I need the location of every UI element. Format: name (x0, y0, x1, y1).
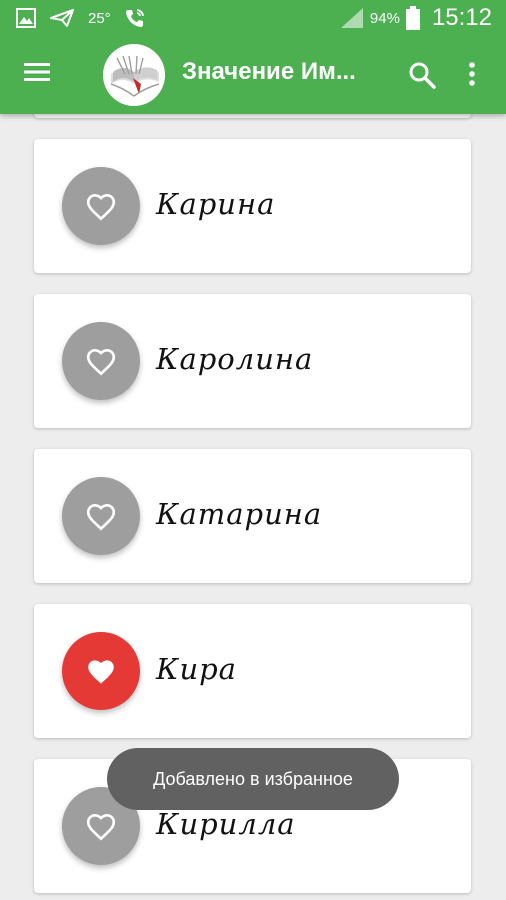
menu-icon (24, 63, 50, 81)
heart-outline-icon (86, 348, 116, 376)
list-item[interactable]: Карина (34, 139, 471, 273)
temperature-text: 25° (88, 9, 111, 27)
heart-filled-icon (88, 660, 114, 684)
heart-outline-icon (86, 813, 116, 841)
search-icon (409, 62, 436, 89)
app-logo (103, 44, 165, 106)
more-vert-icon (469, 62, 475, 86)
battery-percent-text: 94% (369, 9, 400, 27)
toolbar: Значение Им... (0, 36, 506, 114)
book-logo-icon (103, 44, 165, 106)
signal-icon (340, 8, 363, 28)
name-label: Катарина (156, 497, 323, 531)
name-label: Каролина (156, 342, 314, 376)
toast-message: Добавлено в избранное (153, 768, 353, 789)
favorite-button[interactable] (62, 322, 140, 400)
app-title: Значение Им... (182, 58, 356, 85)
send-icon (50, 9, 74, 27)
list-item[interactable]: Каролина (34, 294, 471, 428)
status-bar-system: 94% 15:12 (340, 4, 492, 32)
favorite-button[interactable] (62, 477, 140, 555)
list-item[interactable]: Кира (34, 604, 471, 738)
overflow-menu-button[interactable] (462, 60, 482, 90)
heart-outline-icon (86, 193, 116, 221)
name-label: Кирилла (156, 807, 296, 841)
search-button[interactable] (407, 60, 437, 90)
favorite-button-active[interactable] (62, 632, 140, 710)
favorite-button[interactable] (62, 167, 140, 245)
clock-text: 15:12 (431, 4, 492, 31)
status-bar: 25° 94% 15:12 (0, 0, 506, 36)
toast-notification: Добавлено в избранное (107, 748, 399, 810)
app-bar: 25° 94% 15:12 Значение Им... (0, 0, 506, 114)
status-bar-notifications: 25° (16, 6, 145, 30)
gallery-icon (16, 8, 36, 28)
menu-button[interactable] (22, 60, 56, 90)
list-item[interactable]: Катарина (34, 449, 471, 583)
battery-icon (405, 6, 420, 30)
name-label: Карина (156, 187, 276, 221)
heart-outline-icon (86, 503, 116, 531)
phone-wifi-icon (125, 9, 144, 27)
name-label: Кира (156, 652, 237, 686)
